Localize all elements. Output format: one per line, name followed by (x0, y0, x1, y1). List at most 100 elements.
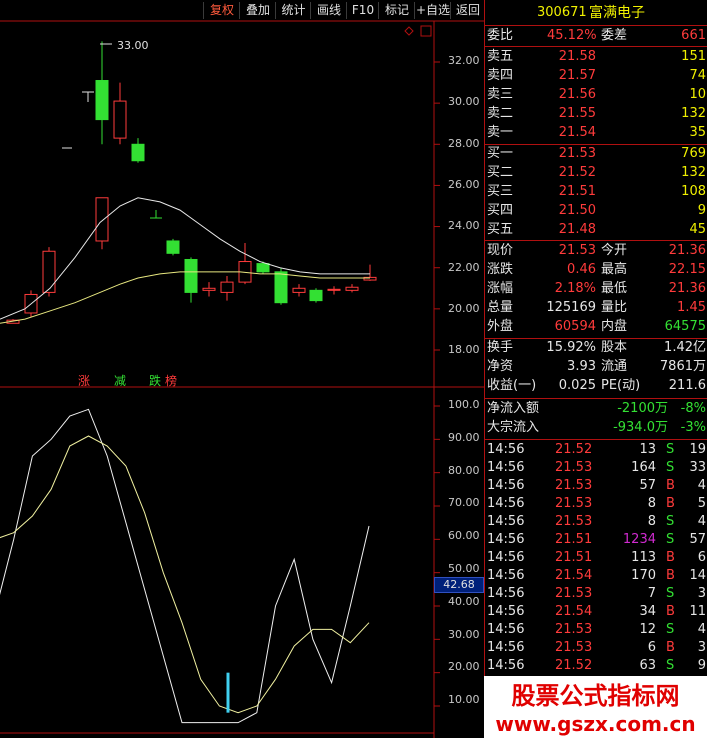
candle-body (95, 197, 109, 242)
tick-volume: 113 (631, 550, 656, 565)
order-label: 卖四 (487, 68, 514, 83)
flow-percent: -8% (680, 401, 706, 416)
flow-label: 大宗流入 (487, 420, 540, 435)
order-volume: 132 (681, 106, 706, 121)
order-price: 21.53 (558, 146, 596, 161)
order-price: 21.52 (558, 165, 596, 180)
oscillator-tick: 30.00 (448, 627, 480, 641)
oscillator-tick: 90.00 (448, 430, 480, 444)
candle-body (292, 287, 306, 293)
high-price-label: 33.00 (117, 39, 149, 52)
order-volume: 35 (689, 125, 706, 140)
stat-value: 1.42亿 (664, 340, 706, 355)
weibi-row: 委比 45.12% 委差 661 (487, 28, 706, 43)
order-label: 买五 (487, 222, 514, 237)
quote-label: 内盘 (601, 319, 628, 334)
order-volume: 769 (681, 146, 706, 161)
tick-volume: 7 (647, 586, 656, 601)
tick-price: 21.53 (555, 622, 593, 637)
stat-label: 流通 (601, 359, 628, 374)
candle-body (220, 281, 234, 293)
oscillator-line-white (0, 408, 370, 724)
tick-count: 9 (697, 658, 706, 673)
tick-time: 14:56 (487, 658, 525, 673)
tick-side: S (666, 622, 675, 637)
oscillator-tick: 100.0 (448, 398, 480, 411)
quote-value: 64575 (664, 319, 706, 334)
tick-volume: 63 (639, 658, 656, 673)
quote-label: 涨跌 (487, 262, 514, 277)
tick-side: B (666, 640, 675, 655)
tick-side: B (666, 496, 675, 511)
stock-name: 富满电子 (589, 5, 645, 21)
buy-row: 买四 21.50 9 (485, 202, 707, 220)
stat-value: 0.025 (558, 378, 596, 393)
quote-value: 2.18% (554, 281, 596, 296)
tick-row: 14:56 21.53 8 B 5 (485, 495, 707, 513)
tick-price: 21.53 (555, 478, 593, 493)
tick-side: S (666, 514, 675, 529)
quote-value: 21.53 (558, 243, 596, 258)
tick-price: 21.53 (555, 586, 593, 601)
quote-label: 最高 (601, 262, 628, 277)
oscillator-tick: 80.00 (448, 463, 480, 477)
tick-side: B (666, 478, 675, 493)
tick-count: 6 (697, 550, 706, 565)
candle-body (274, 271, 288, 304)
price-tick: 22.00 (448, 260, 480, 274)
tick-volume: 12 (639, 622, 656, 637)
quote-row: 涨跌 0.46 最高 22.15 (485, 261, 707, 279)
quote-row: 涨幅 2.18% 最低 21.36 (485, 280, 707, 298)
quote-value: 1.45 (677, 300, 706, 315)
diamond-icon (404, 26, 414, 36)
watermark-url: www.gszx.com.cn (484, 710, 707, 738)
candle-body (309, 289, 323, 302)
kline-chart[interactable] (0, 0, 484, 738)
tick-side: S (666, 460, 675, 475)
stats-row: 收益(一) 0.025 PE(动) 211.6 (485, 377, 707, 395)
stat-label: 净资 (487, 359, 514, 374)
oscillator-tick: 60.00 (448, 529, 480, 543)
order-volume: 74 (689, 68, 706, 83)
indicator-label-bang: 榜 (165, 374, 178, 388)
candle-body (345, 286, 359, 291)
stat-value: 3.93 (567, 359, 596, 374)
tick-volume: 8 (647, 514, 656, 529)
order-price: 21.55 (558, 106, 596, 121)
tick-time: 14:56 (487, 442, 525, 457)
stats-row: 换手 15.92% 股本 1.42亿 (485, 339, 707, 357)
flow-row: 净流入额 -2100万 -8% (485, 400, 707, 418)
candle-body (166, 240, 180, 254)
quote-label: 现价 (487, 243, 514, 258)
price-tick: 20.00 (448, 301, 480, 315)
sell-row: 卖一 21.54 35 (485, 124, 707, 142)
tick-row: 14:56 21.53 8 S 4 (485, 513, 707, 531)
tick-volume: 8 (647, 496, 656, 511)
price-tick: 28.00 (448, 136, 480, 150)
order-price: 21.48 (558, 222, 596, 237)
candle-body (327, 288, 341, 291)
stock-code: 300671 (537, 5, 587, 20)
sell-row: 卖二 21.55 132 (485, 105, 707, 123)
quote-label: 总量 (487, 300, 514, 315)
quote-label: 外盘 (487, 319, 514, 334)
tick-time: 14:56 (487, 550, 525, 565)
quote-panel: 300671 富满电子 委比 45.12% 委差 661 卖五 21.58 151 卖… (484, 0, 707, 738)
tick-price: 21.51 (555, 532, 593, 547)
candle-body (113, 100, 127, 139)
order-price: 21.51 (558, 184, 596, 199)
price-tick: 18.00 (448, 343, 480, 357)
stat-label: 股本 (601, 340, 628, 355)
sell-row: 卖三 21.56 10 (485, 86, 707, 104)
order-volume: 108 (681, 184, 706, 199)
buy-row: 买二 21.52 132 (485, 164, 707, 182)
tick-count: 33 (689, 460, 706, 475)
quote-row: 总量 125169 量比 1.45 (485, 299, 707, 317)
tick-row: 14:56 21.52 63 S 9 (485, 657, 707, 675)
tick-volume: 13 (639, 442, 656, 457)
corner-box (420, 25, 432, 37)
tick-time: 14:56 (487, 604, 525, 619)
order-label: 买一 (487, 146, 514, 161)
tick-volume: 6 (647, 640, 656, 655)
tick-count: 4 (697, 478, 706, 493)
